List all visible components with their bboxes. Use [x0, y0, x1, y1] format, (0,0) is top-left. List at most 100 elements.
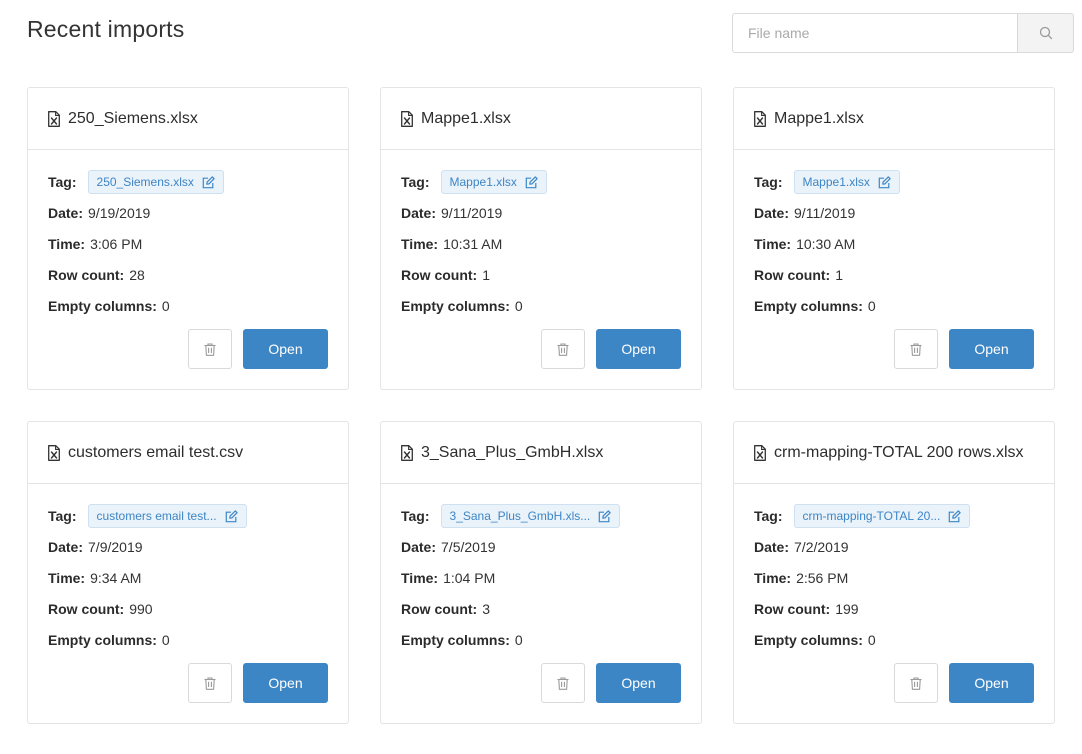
delete-button[interactable]	[894, 663, 938, 703]
card-actions: Open	[541, 663, 681, 703]
time-label: Time:	[754, 569, 792, 586]
date-row: Date: 9/19/2019	[48, 203, 328, 222]
open-button[interactable]: Open	[596, 329, 681, 369]
open-button[interactable]: Open	[949, 663, 1034, 703]
empty-columns-value: 0	[514, 631, 523, 648]
time-value: 10:31 AM	[443, 235, 503, 252]
card-header: Mappe1.xlsx	[381, 88, 701, 150]
file-excel-icon	[48, 444, 60, 461]
tag-text: Mappe1.xlsx	[802, 175, 870, 189]
card-actions: Open	[894, 663, 1034, 703]
time-row: Time: 9:34 AM	[48, 568, 328, 587]
file-excel-icon	[401, 444, 413, 461]
trash-icon	[910, 676, 922, 690]
file-name: Mappe1.xlsx	[421, 109, 511, 127]
trash-icon	[910, 342, 922, 356]
row-count-value: 199	[835, 600, 859, 617]
empty-columns-label: Empty columns:	[754, 297, 863, 314]
row-count-label: Row count:	[401, 266, 478, 283]
time-value: 1:04 PM	[443, 569, 496, 586]
card-header: Mappe1.xlsx	[734, 88, 1054, 150]
empty-columns-label: Empty columns:	[48, 631, 157, 648]
tag-row: Tag: 3_Sana_Plus_GmbH.xls...	[401, 504, 681, 528]
edit-icon[interactable]	[202, 175, 215, 189]
time-label: Time:	[401, 569, 439, 586]
card-actions: Open	[894, 329, 1034, 369]
time-row: Time: 2:56 PM	[754, 568, 1034, 587]
row-count-value: 990	[129, 600, 153, 617]
open-button[interactable]: Open	[596, 663, 681, 703]
time-row: Time: 1:04 PM	[401, 568, 681, 587]
tag-label: Tag:	[48, 174, 77, 190]
time-value: 3:06 PM	[90, 235, 143, 252]
time-label: Time:	[48, 569, 86, 586]
import-card: Mappe1.xlsx Tag: Mappe1.xlsx Date: 9/11/…	[380, 87, 702, 390]
time-label: Time:	[401, 235, 439, 252]
open-button[interactable]: Open	[243, 329, 328, 369]
delete-button[interactable]	[894, 329, 938, 369]
edit-icon[interactable]	[948, 509, 962, 523]
empty-columns-value: 0	[867, 297, 876, 314]
date-row: Date: 7/2/2019	[754, 537, 1034, 556]
open-button[interactable]: Open	[243, 663, 328, 703]
row-count-label: Row count:	[48, 266, 125, 283]
card-body: Tag: crm-mapping-TOTAL 20... Date: 7/2/2…	[734, 484, 1054, 649]
date-label: Date:	[401, 538, 437, 555]
empty-columns-row: Empty columns: 0	[48, 296, 328, 315]
tag-row: Tag: customers email test...	[48, 504, 328, 528]
edit-icon[interactable]	[598, 509, 611, 523]
empty-columns-label: Empty columns:	[401, 297, 510, 314]
file-excel-icon	[754, 444, 766, 461]
file-excel-icon	[48, 110, 60, 127]
date-row: Date: 9/11/2019	[401, 203, 681, 222]
tag-badge[interactable]: Mappe1.xlsx	[440, 170, 547, 194]
card-header: crm-mapping-TOTAL 200 rows.xlsx	[734, 422, 1054, 484]
trash-icon	[204, 676, 216, 690]
trash-icon	[557, 342, 569, 356]
tag-text: crm-mapping-TOTAL 20...	[802, 509, 941, 523]
tag-badge[interactable]: customers email test...	[87, 504, 247, 528]
delete-button[interactable]	[188, 663, 232, 703]
file-name: 250_Siemens.xlsx	[68, 109, 198, 127]
time-row: Time: 3:06 PM	[48, 234, 328, 253]
file-name-search-input[interactable]	[732, 13, 1017, 53]
card-body: Tag: Mappe1.xlsx Date: 9/11/2019 Time: 1…	[734, 150, 1054, 315]
date-row: Date: 9/11/2019	[754, 203, 1034, 222]
edit-icon[interactable]	[225, 509, 238, 523]
open-button[interactable]: Open	[949, 329, 1034, 369]
tag-row: Tag: Mappe1.xlsx	[754, 170, 1034, 194]
row-count-label: Row count:	[48, 600, 125, 617]
delete-button[interactable]	[541, 329, 585, 369]
date-value: 7/2/2019	[794, 538, 849, 555]
empty-columns-label: Empty columns:	[401, 631, 510, 648]
file-excel-icon	[754, 110, 766, 127]
card-body: Tag: Mappe1.xlsx Date: 9/11/2019 Time: 1…	[381, 150, 701, 315]
tag-badge[interactable]: 250_Siemens.xlsx	[87, 170, 224, 194]
tag-badge[interactable]: crm-mapping-TOTAL 20...	[793, 504, 971, 528]
empty-columns-row: Empty columns: 0	[754, 296, 1034, 315]
tag-badge[interactable]: 3_Sana_Plus_GmbH.xls...	[440, 504, 621, 528]
card-actions: Open	[188, 329, 328, 369]
tag-label: Tag:	[401, 174, 430, 190]
tag-badge[interactable]: Mappe1.xlsx	[793, 170, 900, 194]
time-value: 10:30 AM	[796, 235, 856, 252]
card-header: 250_Siemens.xlsx	[28, 88, 348, 150]
empty-columns-value: 0	[867, 631, 876, 648]
delete-button[interactable]	[541, 663, 585, 703]
tag-row: Tag: Mappe1.xlsx	[401, 170, 681, 194]
search-bar	[732, 13, 1074, 53]
empty-columns-row: Empty columns: 0	[401, 296, 681, 315]
delete-button[interactable]	[188, 329, 232, 369]
row-count-label: Row count:	[754, 600, 831, 617]
file-name: Mappe1.xlsx	[774, 109, 864, 127]
row-count-row: Row count: 28	[48, 265, 328, 284]
trash-icon	[557, 676, 569, 690]
edit-icon[interactable]	[525, 175, 538, 189]
imports-grid: 250_Siemens.xlsx Tag: 250_Siemens.xlsx D…	[27, 87, 1055, 724]
search-button[interactable]	[1017, 13, 1074, 53]
edit-icon[interactable]	[878, 175, 891, 189]
card-header: 3_Sana_Plus_GmbH.xlsx	[381, 422, 701, 484]
empty-columns-row: Empty columns: 0	[48, 630, 328, 649]
date-value: 7/5/2019	[441, 538, 496, 555]
time-label: Time:	[48, 235, 86, 252]
